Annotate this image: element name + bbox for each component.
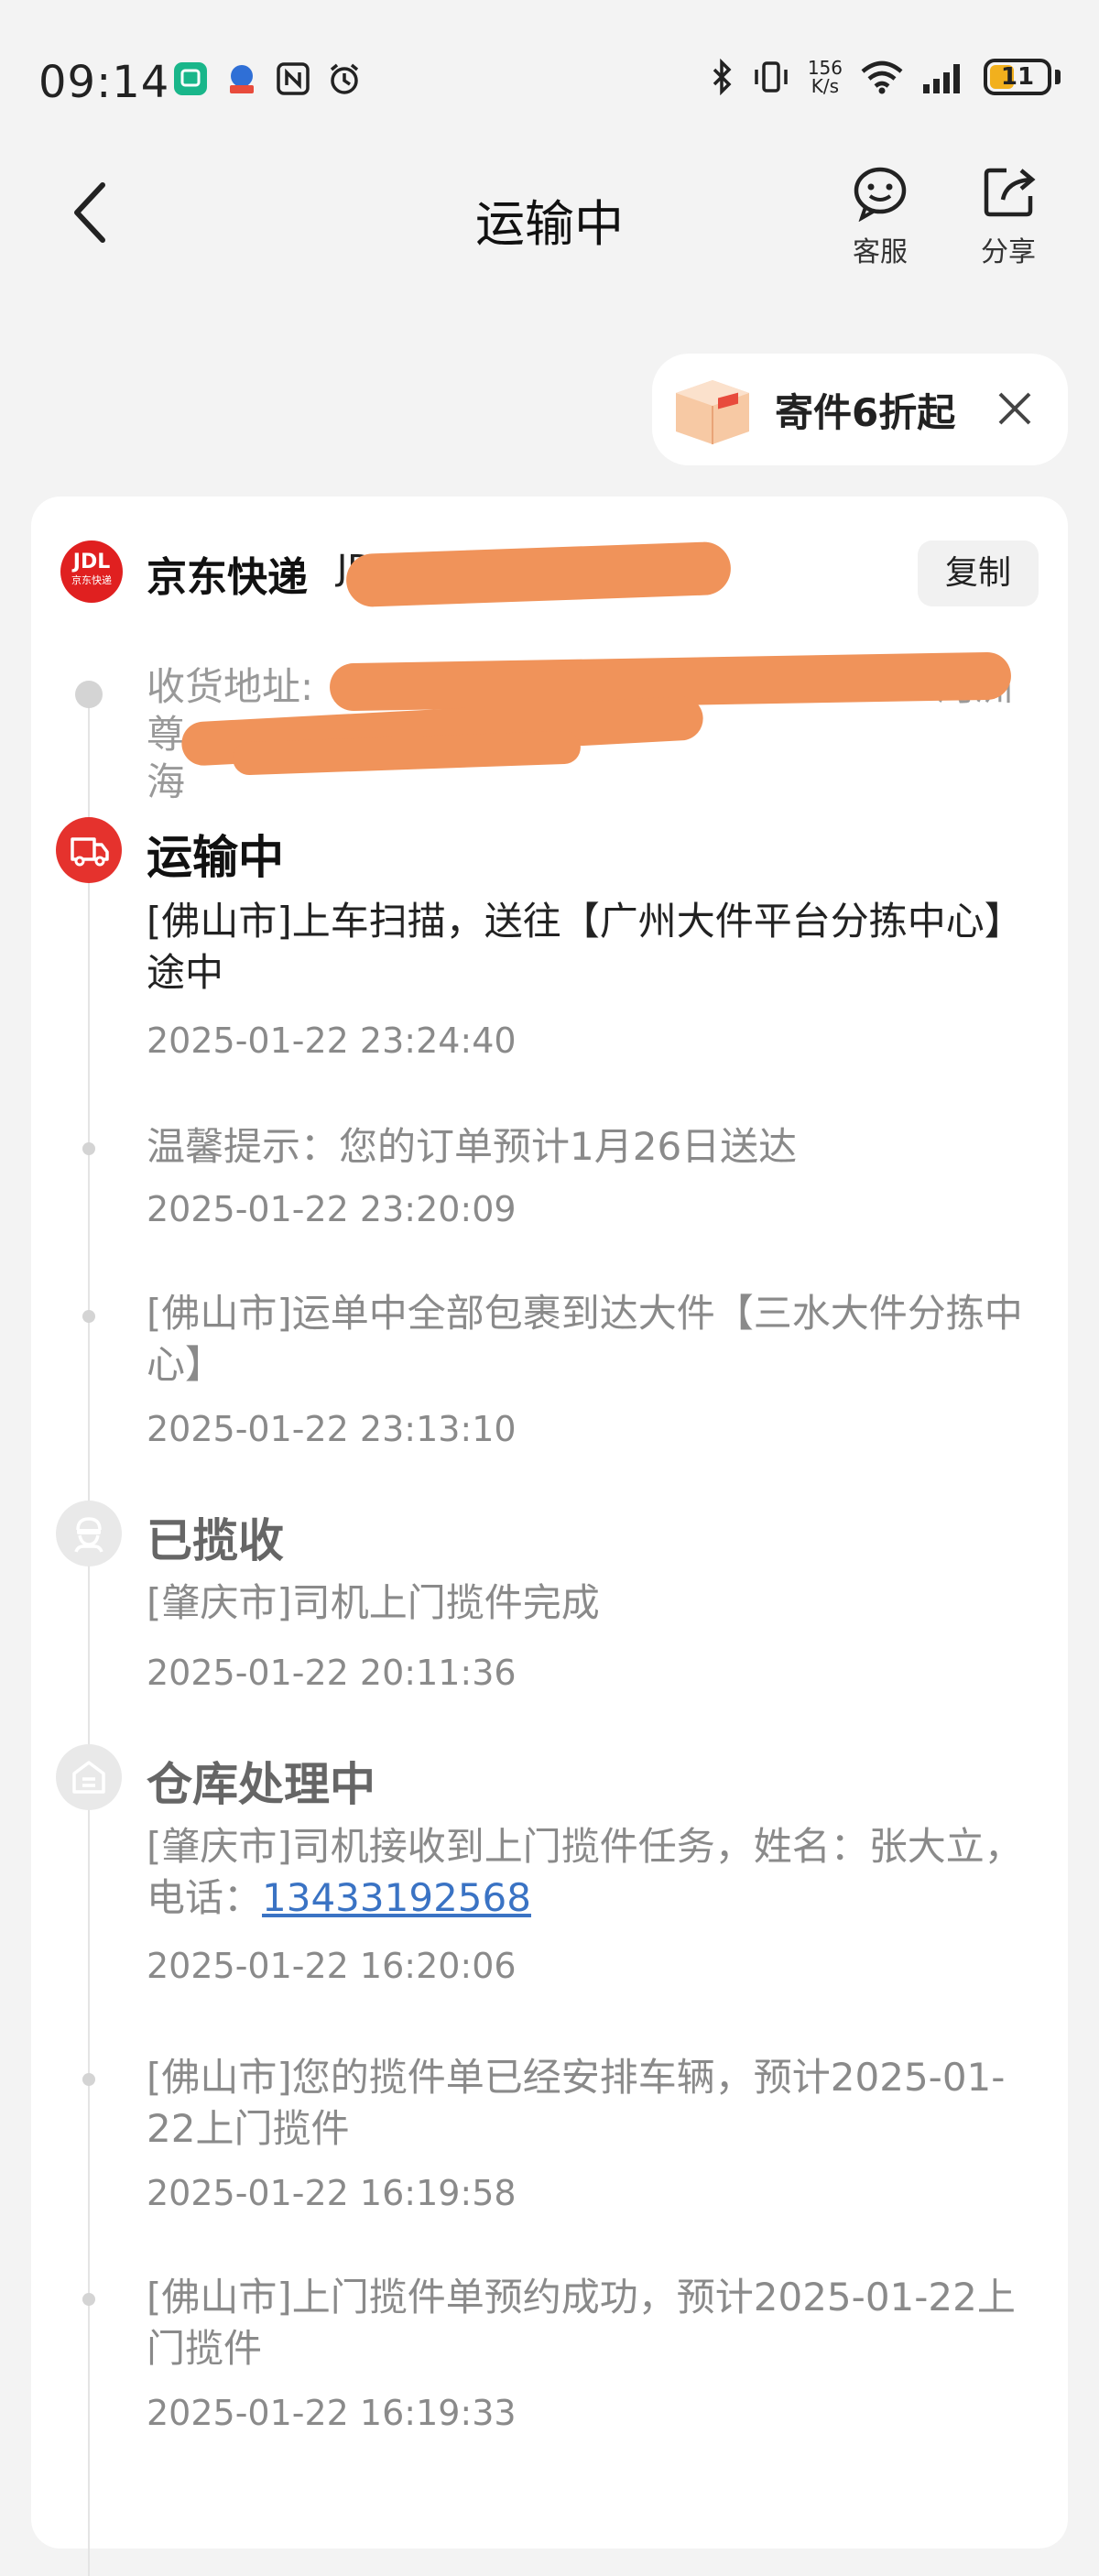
event-time: 2025-01-22 16:19:33 <box>147 2393 517 2433</box>
carrier-name: 京东快递 <box>147 554 308 601</box>
status-bar: 09:14 156 K/s 11 <box>0 0 1099 137</box>
event-description: [佛山市]上门揽件单预约成功，预计2025-01-22上门揽件 <box>147 2275 1016 2371</box>
status-title: 仓库处理中 <box>147 1758 375 1811</box>
courier-icon <box>74 1517 103 1553</box>
battery-cap <box>1055 70 1061 84</box>
jdl-logo: JDL 京东快递 <box>60 540 123 603</box>
alarm-icon <box>326 60 363 97</box>
package-box-icon <box>676 380 749 444</box>
vibrate-icon <box>755 61 788 93</box>
truck-icon <box>71 837 109 867</box>
timeline-dot <box>82 2293 95 2306</box>
timeline-dot <box>82 1310 95 1323</box>
smiley-service-icon <box>854 167 907 222</box>
warehouse-icon <box>72 1761 105 1794</box>
event-description: [肇庆市]司机接收到上门揽件任务，姓名：张大立，电话：13433192568 <box>147 1824 1023 1920</box>
copy-button[interactable]: 复制 <box>918 540 1039 606</box>
event-description: [肇庆市]司机上门揽件完成 <box>147 1580 600 1625</box>
timeline-dot <box>82 1142 95 1155</box>
event-time: 2025-01-22 23:24:40 <box>147 1021 517 1061</box>
share-icon <box>984 168 1036 217</box>
status-node-transit <box>56 817 122 883</box>
customer-service-button[interactable]: 客服 <box>839 163 921 269</box>
signal-icon <box>923 64 960 93</box>
status-notification-icons <box>172 60 363 97</box>
network-speed: 156 K/s <box>807 57 843 97</box>
redaction-mark <box>345 540 732 608</box>
battery-indicator: 11 <box>984 59 1051 95</box>
event-time: 2025-01-22 16:20:06 <box>147 1946 517 1986</box>
event-time: 2025-01-22 20:11:36 <box>147 1653 517 1693</box>
nfc-icon <box>275 60 311 97</box>
status-title: 运输中 <box>147 831 284 884</box>
page-title: 运输中 <box>475 195 624 253</box>
event-description: [佛山市]运单中全部包裹到达大件【三水大件分拣中心】 <box>147 1291 1023 1387</box>
status-system-icons: 156 K/s 11 <box>711 59 1061 95</box>
wifi-icon <box>861 60 903 94</box>
tracking-card: JDL 京东快递 京东快递 JD 复制 收货地址:河洲尊 海 运输中 [佛山市]… <box>31 497 1068 2576</box>
status-node-warehouse <box>56 1744 122 1810</box>
event-description: [佛山市]上车扫描，送往【广州大件平台分拣中心】途中 <box>147 899 1023 995</box>
share-label: 分享 <box>981 236 1036 268</box>
event-description: 温馨提示：您的订单预计1月26日送达 <box>147 1124 798 1169</box>
address-dot <box>75 681 103 708</box>
promo-text: 寄件6折起 <box>775 389 956 435</box>
bluetooth-icon <box>713 59 732 95</box>
event-time: 2025-01-22 23:20:09 <box>147 1189 517 1229</box>
close-icon[interactable] <box>993 387 1037 431</box>
app-notification-icon <box>172 60 209 97</box>
mascot-notification-icon <box>223 60 260 97</box>
status-time: 09:14 <box>38 57 170 108</box>
timeline-dot <box>82 2073 95 2086</box>
share-button[interactable]: 分享 <box>967 163 1050 269</box>
status-title: 已揽收 <box>147 1514 284 1567</box>
top-navigation: 运输中 客服 分享 <box>0 137 1099 284</box>
event-time: 2025-01-22 16:19:58 <box>147 2173 517 2213</box>
event-time: 2025-01-22 23:13:10 <box>147 1409 517 1449</box>
customer-service-label: 客服 <box>853 236 908 268</box>
promo-banner[interactable]: 寄件6折起 <box>652 354 1068 465</box>
event-description: [佛山市]您的揽件单已经安排车辆，预计2025-01-22上门揽件 <box>147 2055 1006 2151</box>
status-node-picked-up <box>56 1501 122 1566</box>
phone-link[interactable]: 13433192568 <box>262 1875 531 1920</box>
